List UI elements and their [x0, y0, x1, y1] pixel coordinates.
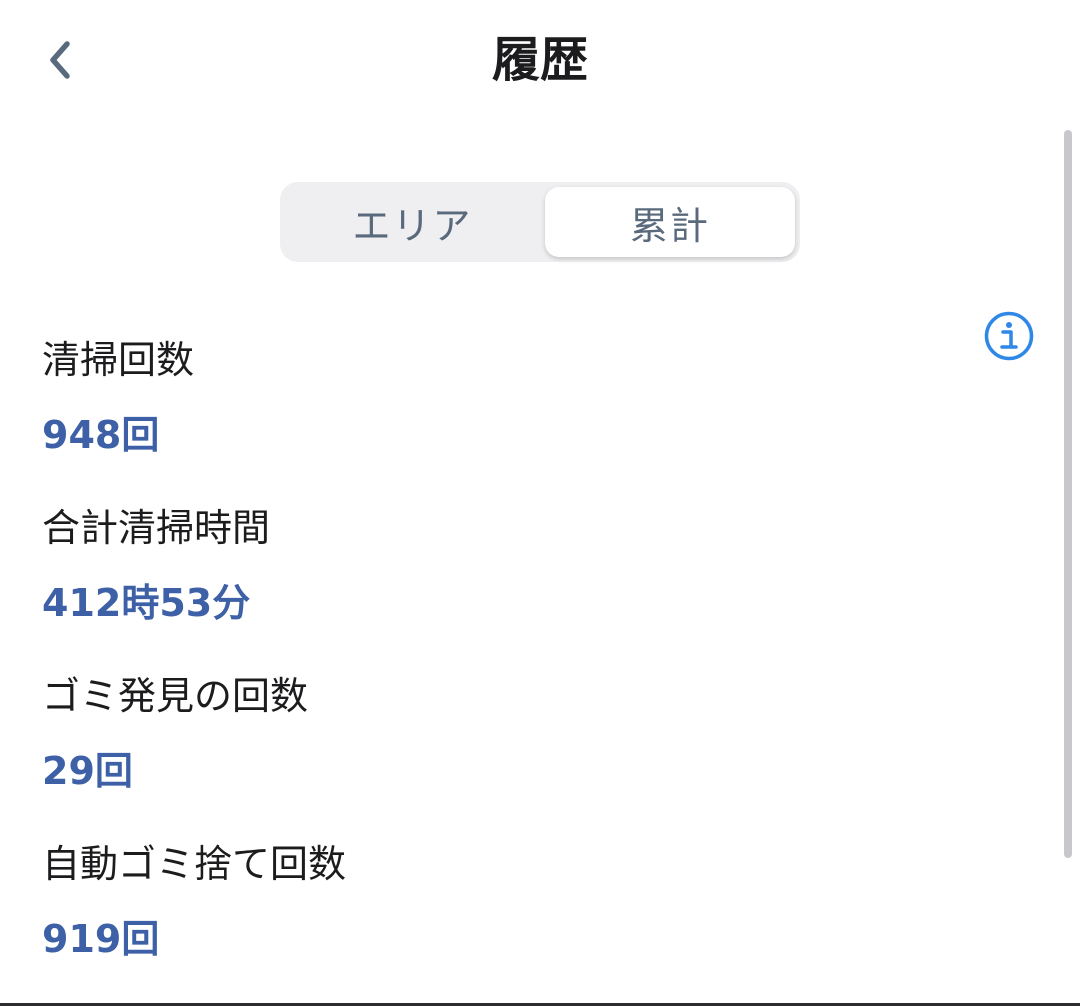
stat-value: 412時53分	[42, 581, 251, 625]
stat-label: 合計清掃時間	[42, 506, 271, 550]
header: 履歴	[0, 0, 1080, 120]
info-button[interactable]	[983, 310, 1035, 362]
segmented-control: エリア 累計	[280, 182, 800, 262]
info-circle-icon	[984, 311, 1034, 361]
tab-cumulative[interactable]: 累計	[545, 187, 795, 257]
stats-list: 清掃回数 948回 合計清掃時間 412時53分 ゴミ発見の回数 29回 自動ゴ…	[42, 330, 942, 1002]
stat-total-cleaning-time: 合計清掃時間 412時53分	[42, 498, 942, 666]
chevron-left-icon	[50, 41, 70, 79]
stat-label: ゴミ発見の回数	[42, 674, 309, 718]
stat-dirt-detection-count: ゴミ発見の回数 29回	[42, 666, 942, 834]
stat-label: 自動ゴミ捨て回数	[42, 842, 347, 886]
stat-value: 29回	[42, 749, 133, 793]
scrollbar[interactable]	[1064, 130, 1072, 858]
stat-value: 948回	[42, 413, 160, 457]
stat-auto-empty-count: 自動ゴミ捨て回数 919回	[42, 834, 942, 1002]
back-button[interactable]	[30, 30, 90, 90]
stat-label: 清掃回数	[42, 338, 195, 382]
stat-cleaning-count: 清掃回数 948回	[42, 330, 942, 498]
page-title: 履歴	[491, 32, 588, 88]
tab-area[interactable]: エリア	[285, 187, 540, 257]
stat-value: 919回	[42, 917, 160, 961]
